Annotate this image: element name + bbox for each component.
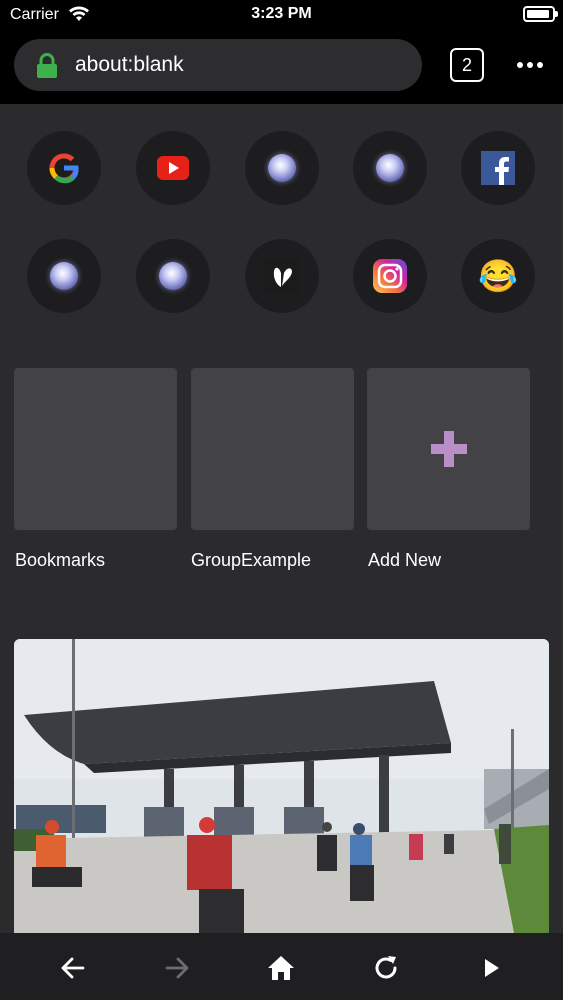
speed-dial-instagram[interactable] (353, 239, 427, 313)
folder-label-bookmarks: Bookmarks (15, 550, 106, 570)
more-menu-icon[interactable] (513, 54, 547, 76)
folder-label-add-new: Add New (368, 550, 442, 570)
instagram-icon (373, 259, 407, 293)
clock: 3:23 PM (251, 5, 312, 22)
speed-dial-site-6[interactable] (27, 239, 101, 313)
back-icon[interactable] (58, 953, 88, 983)
forward-icon[interactable] (162, 953, 192, 983)
address-bar[interactable]: about:blank (14, 39, 422, 91)
facebook-icon (481, 151, 515, 185)
battery-icon (523, 6, 558, 22)
address-bar-row: about:blank 2 (0, 30, 563, 104)
speed-dial-emoji[interactable]: 😂 (461, 239, 535, 313)
google-icon (49, 153, 79, 184)
joy-emoji-icon: 😂 (478, 258, 518, 294)
folder-label-groupexample: GroupExample (191, 550, 312, 570)
folder-bookmarks[interactable] (14, 368, 177, 530)
speed-dial-google[interactable] (27, 131, 101, 205)
speed-dial-site-7[interactable] (136, 239, 210, 313)
lock-icon (37, 53, 57, 78)
folder-groupexample[interactable] (191, 368, 354, 530)
speed-dial-facebook[interactable] (461, 131, 535, 205)
featured-photo[interactable] (14, 639, 549, 933)
home-icon[interactable] (266, 953, 296, 983)
youtube-icon (157, 156, 189, 180)
speed-dial-site-3[interactable] (245, 131, 319, 205)
tabs-button[interactable]: 2 (450, 48, 484, 82)
reload-icon[interactable] (371, 953, 401, 983)
globe-icon (376, 154, 404, 182)
bottom-toolbar (0, 933, 563, 1000)
status-bar: Carrier 3:23 PM (0, 0, 563, 30)
speed-dial-site-4[interactable] (353, 131, 427, 205)
butterfly-icon (265, 259, 299, 293)
url-text[interactable]: about:blank (75, 53, 184, 77)
globe-icon (159, 262, 187, 290)
speed-dial-youtube[interactable] (136, 131, 210, 205)
play-icon[interactable] (476, 953, 506, 983)
globe-icon (50, 262, 78, 290)
globe-icon (268, 154, 296, 182)
toll-plaza-image (14, 639, 549, 933)
add-new-button[interactable] (367, 368, 530, 530)
speed-dial-butterfly[interactable] (245, 239, 319, 313)
